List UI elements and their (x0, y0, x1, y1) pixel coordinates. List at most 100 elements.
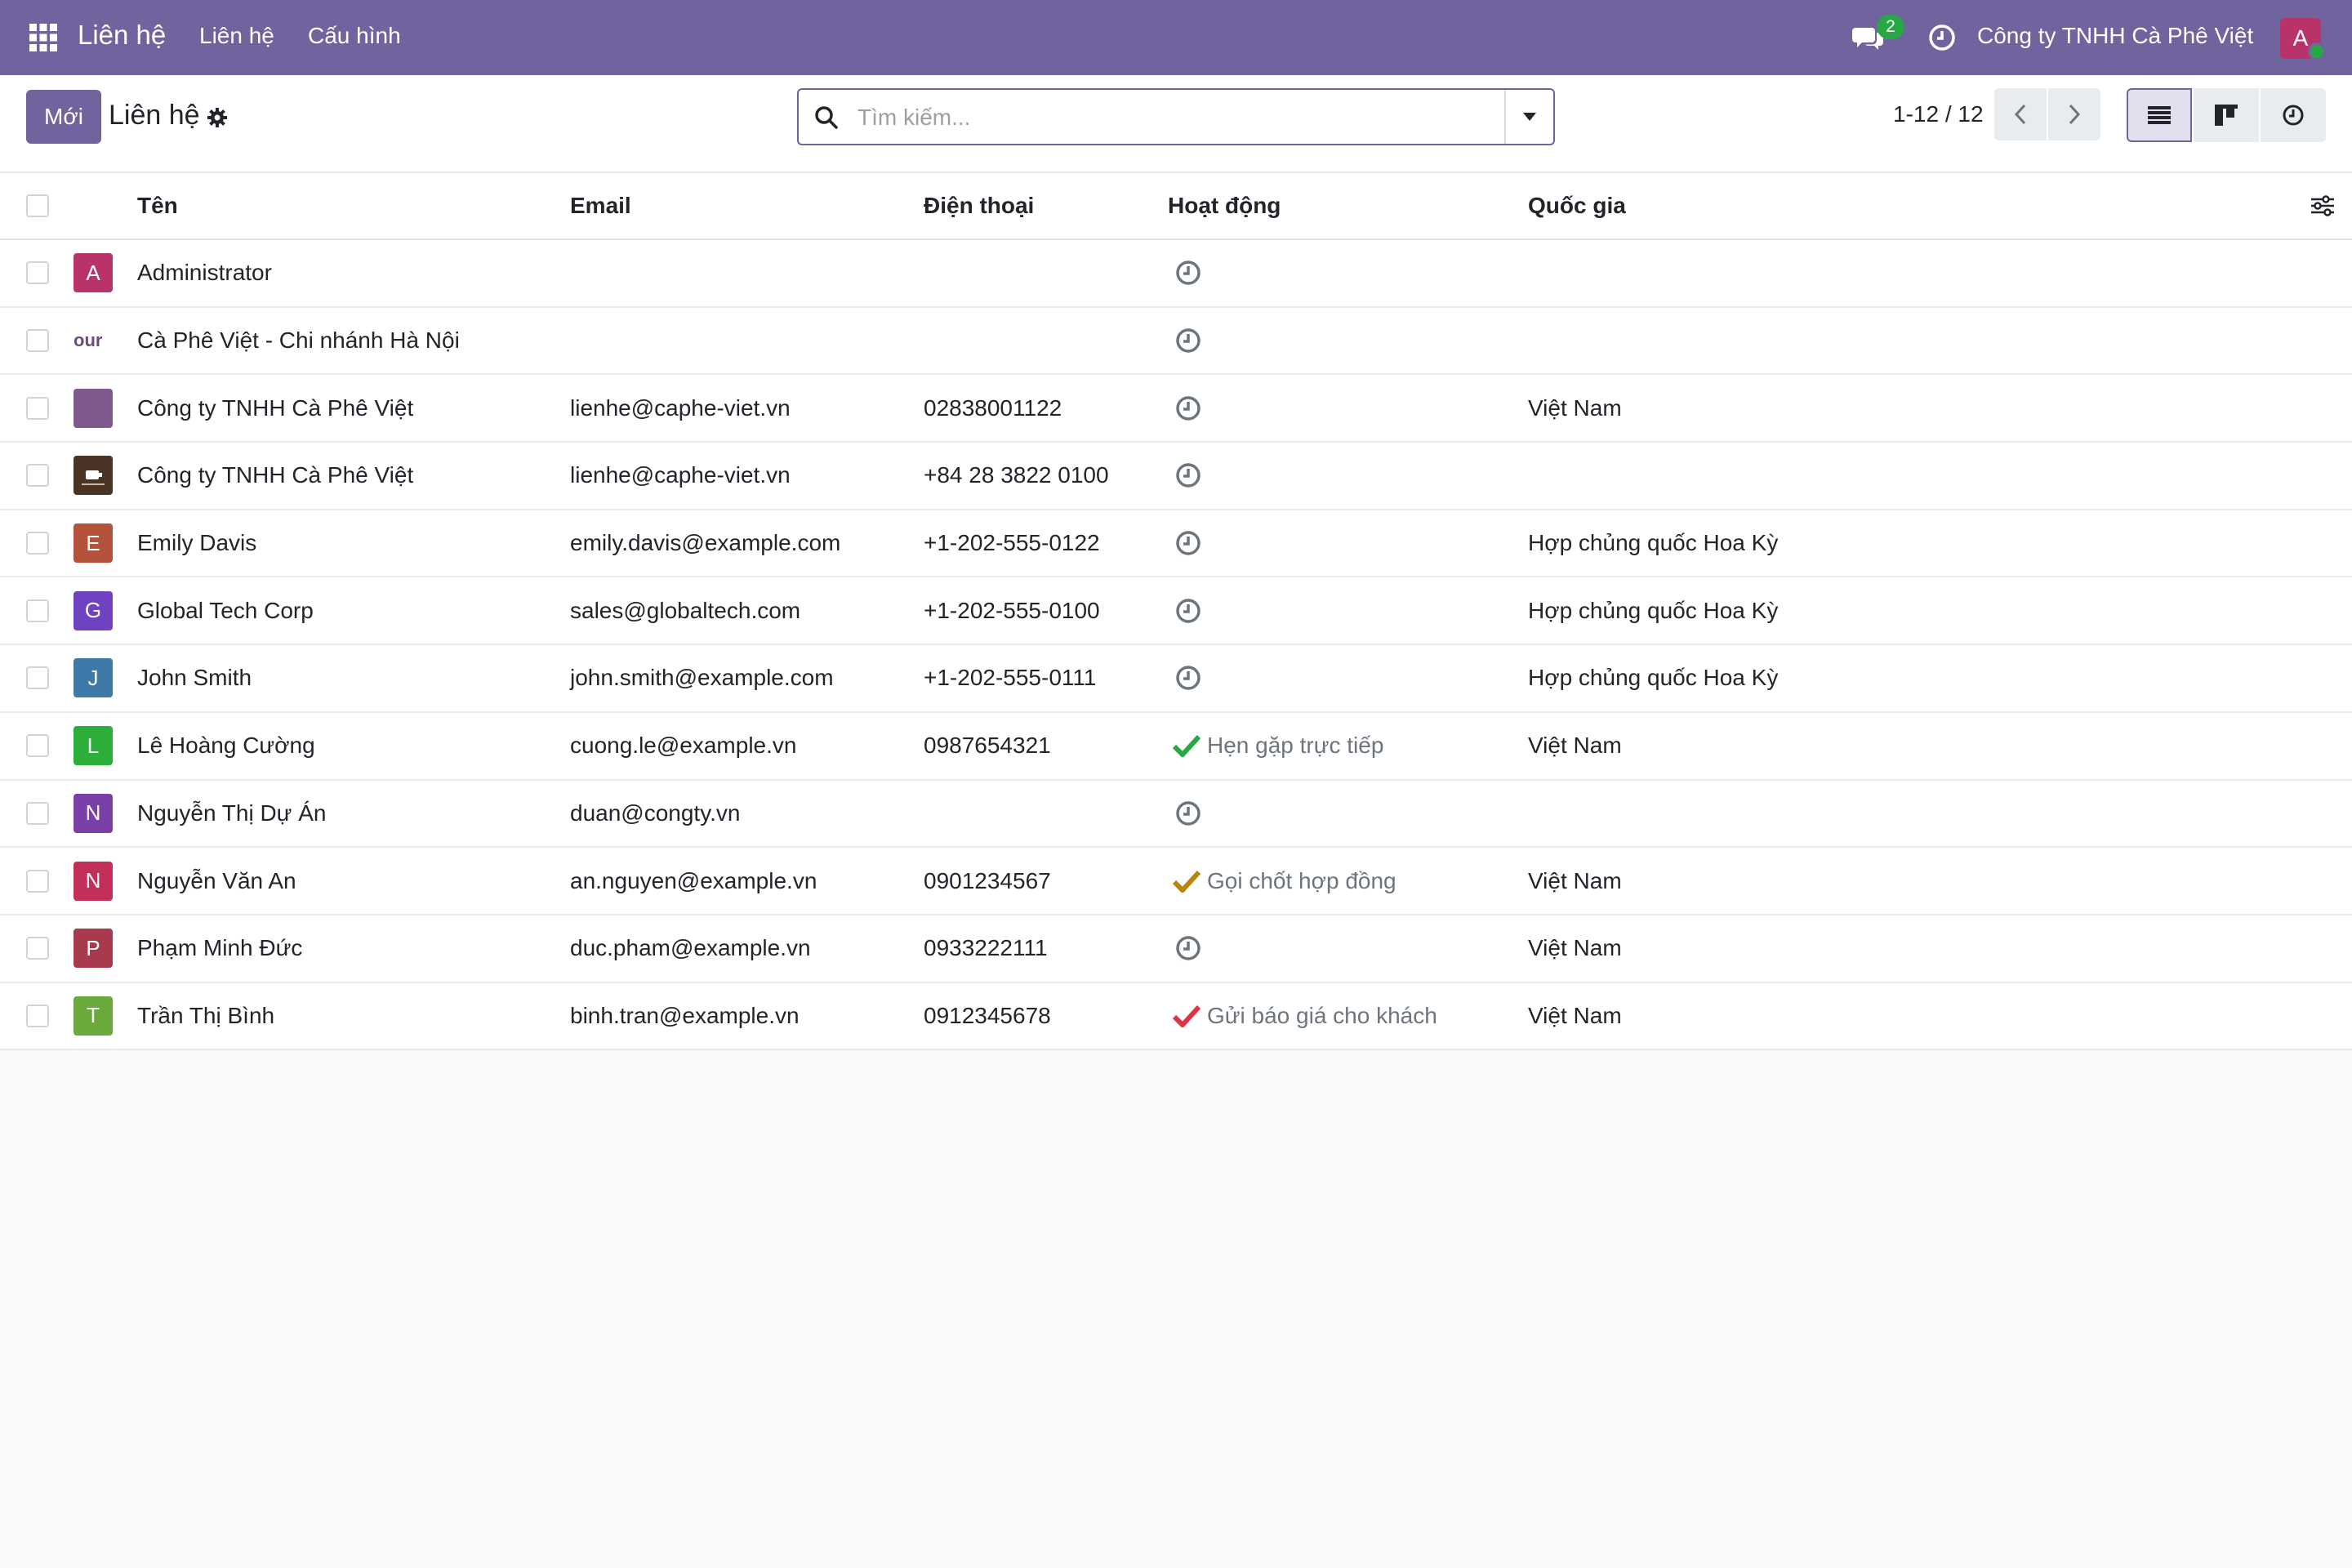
row-checkbox[interactable] (26, 1004, 49, 1027)
contact-phone: +1-202-555-0100 (924, 597, 1100, 623)
select-all-checkbox[interactable] (26, 194, 49, 217)
activity-summary[interactable]: Gọi chốt hợp đồng (1173, 868, 1396, 894)
row-checkbox[interactable] (26, 261, 49, 285)
activity-clock-icon[interactable] (1174, 394, 1202, 422)
row-checkbox[interactable] (26, 937, 49, 960)
search-options-toggle[interactable] (1504, 90, 1553, 144)
contact-name: Nguyễn Thị Dự Án (137, 800, 327, 826)
activity-clock-icon[interactable] (1174, 529, 1202, 557)
activity-clock-icon[interactable] (1174, 461, 1202, 489)
row-checkbox[interactable] (26, 666, 49, 690)
activity-clock-icon[interactable] (1174, 597, 1202, 625)
pager-value[interactable]: 1-12 / 12 (1893, 101, 1984, 127)
contact-name: Nguyễn Văn An (137, 867, 296, 893)
column-settings-icon[interactable] (2310, 193, 2336, 219)
avatar (74, 388, 113, 428)
contact-country: Việt Nam (1528, 867, 1622, 893)
page-title: Liên hệ (109, 100, 200, 131)
row-checkbox[interactable] (26, 532, 49, 555)
avatar: P (74, 929, 113, 969)
contact-phone: +1-202-555-0111 (924, 665, 1097, 691)
new-button[interactable]: Mới (26, 90, 101, 144)
app-brand[interactable]: Liên hệ (78, 20, 166, 51)
column-header-activity[interactable]: Hoạt động (1168, 193, 1281, 219)
avatar: A (74, 253, 113, 293)
top-navbar: Liên hệ Liên hệ Cấu hình 2 Công ty TNHH … (0, 0, 2352, 75)
contact-name: Công ty TNHH Cà Phê Việt (137, 394, 414, 421)
contact-email: lienhe@caphe-viet.vn (570, 394, 791, 421)
contact-email: sales@globaltech.com (570, 597, 801, 623)
contact-name: Emily Davis (137, 530, 257, 556)
row-checkbox[interactable] (26, 464, 49, 488)
contact-name: Phạm Minh Đức (137, 935, 303, 961)
activity-clock-icon[interactable] (1927, 23, 1957, 52)
column-header-phone[interactable]: Điện thoại (924, 193, 1034, 219)
table-row[interactable]: A Administrator (0, 240, 2352, 308)
contact-name: Global Tech Corp (137, 597, 314, 623)
contact-name: Công ty TNHH Cà Phê Việt (137, 462, 414, 488)
gear-icon[interactable] (206, 106, 229, 129)
row-checkbox[interactable] (26, 734, 49, 758)
contact-email: duc.pham@example.vn (570, 935, 811, 961)
clock-icon (2283, 105, 2304, 126)
table-row[interactable]: N Nguyễn Văn An an.nguyen@example.vn 090123… (0, 848, 2352, 915)
activity-clock-icon[interactable] (1174, 259, 1202, 287)
avatar (74, 456, 113, 496)
table-row[interactable]: Công ty TNHH Cà Phê Việt lienhe@caphe-vie… (0, 375, 2352, 443)
contact-country: Việt Nam (1528, 935, 1622, 961)
chevron-right-icon (2069, 104, 2081, 125)
pager-next-button[interactable] (2048, 88, 2100, 140)
caret-down-icon (1523, 113, 1536, 121)
table-row[interactable]: T Trần Thị Bình binh.tran@example.vn 091234… (0, 983, 2352, 1051)
list-view-button[interactable] (2127, 88, 2192, 142)
kanban-icon (2215, 105, 2238, 126)
activity-clock-icon[interactable] (1174, 664, 1202, 692)
table-row[interactable]: our Cà Phê Việt - Chi nhánh Hà Nội (0, 308, 2352, 376)
contact-phone: +1-202-555-0122 (924, 530, 1100, 556)
activity-clock-icon[interactable] (1174, 800, 1202, 827)
table-row[interactable]: G Global Tech Corp sales@globaltech.com +1-… (0, 577, 2352, 646)
contact-email: emily.davis@example.com (570, 530, 841, 556)
table-row[interactable]: N Nguyễn Thị Dự Án duan@congty.vn (0, 781, 2352, 849)
table-row[interactable]: L Lê Hoàng Cường cuong.le@example.vn 098765… (0, 713, 2352, 781)
contact-phone: 02838001122 (924, 394, 1062, 421)
menu-configuration[interactable]: Cấu hình (308, 23, 401, 49)
contact-phone: 0912345678 (924, 1002, 1051, 1028)
contact-name: Trần Thị Bình (137, 1002, 275, 1028)
activity-view-button[interactable] (2261, 88, 2326, 142)
contact-country: Hợp chủng quốc Hoa Kỳ (1528, 597, 1779, 623)
column-header-country[interactable]: Quốc gia (1528, 193, 1626, 219)
contacts-table: Tên Email Điện thoại Hoạt động Quốc gia … (0, 173, 2352, 1051)
table-row[interactable]: J John Smith john.smith@example.com +1-202-… (0, 645, 2352, 713)
control-panel: Mới Liên hệ 1-12 / 12 (0, 75, 2352, 173)
kanban-view-button[interactable] (2194, 88, 2259, 142)
menu-contacts[interactable]: Liên hệ (199, 23, 274, 49)
avatar: G (74, 590, 113, 630)
row-checkbox[interactable] (26, 801, 49, 825)
search-icon (813, 105, 840, 131)
table-row[interactable]: E Emily Davis emily.davis@example.com +1-20… (0, 510, 2352, 578)
chat-count-badge: 2 (1877, 15, 1904, 39)
activity-clock-icon[interactable] (1174, 934, 1202, 962)
apps-grid-icon[interactable] (29, 24, 57, 51)
row-checkbox[interactable] (26, 396, 49, 420)
list-icon (2148, 106, 2171, 124)
row-checkbox[interactable] (26, 869, 49, 893)
column-header-name[interactable]: Tên (137, 193, 178, 219)
table-row[interactable]: Công ty TNHH Cà Phê Việt lienhe@caphe-vie… (0, 443, 2352, 510)
table-row[interactable]: P Phạm Minh Đức duc.pham@example.vn 0933222… (0, 915, 2352, 983)
search-input[interactable] (858, 98, 1478, 137)
activity-summary[interactable]: Hẹn gặp trực tiếp (1173, 733, 1383, 759)
row-checkbox[interactable] (26, 599, 49, 622)
row-checkbox[interactable] (26, 329, 49, 353)
contact-name: John Smith (137, 665, 252, 691)
activity-clock-icon[interactable] (1174, 327, 1202, 354)
activity-summary[interactable]: Gửi báo giá cho khách (1173, 1003, 1437, 1029)
avatar: our (74, 321, 116, 361)
company-switcher[interactable]: Công ty TNHH Cà Phê Việt (1977, 23, 2253, 49)
pager-previous-button[interactable] (1994, 88, 2047, 140)
online-status-dot (2308, 42, 2326, 60)
contact-name: Lê Hoàng Cường (137, 733, 315, 759)
column-header-email[interactable]: Email (570, 193, 631, 219)
avatar: N (74, 793, 113, 833)
